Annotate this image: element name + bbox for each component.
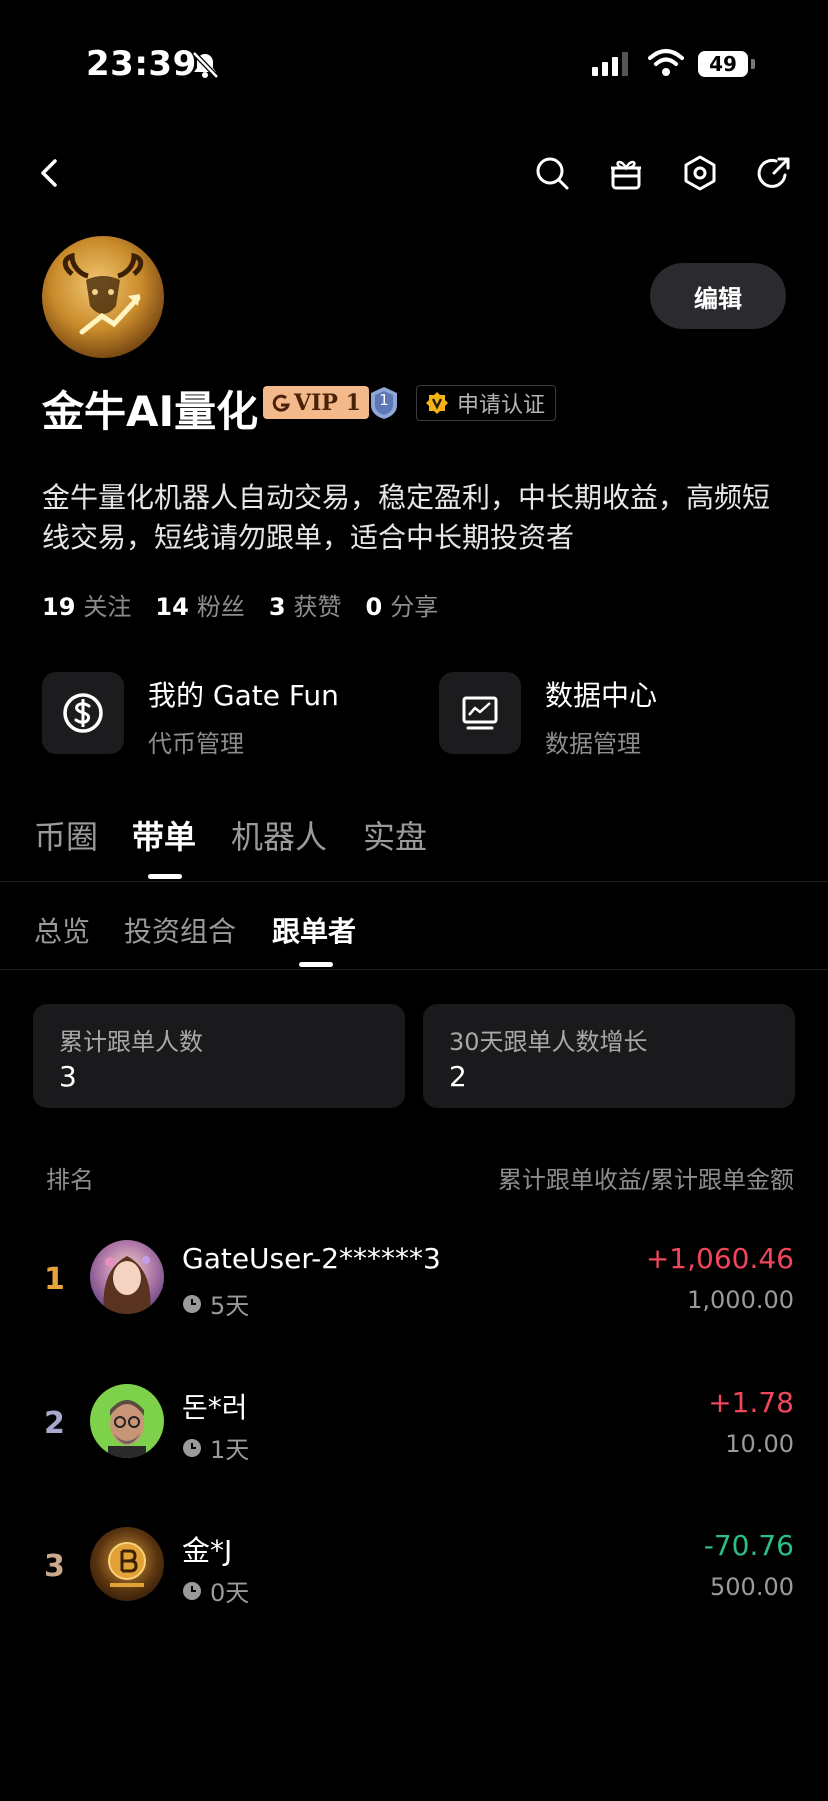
avatar xyxy=(90,1384,164,1458)
follower-growth-card: 30天跟单人数增长 2 xyxy=(423,1004,795,1108)
profit-column-header: 累计跟单收益/累计跟单金额 xyxy=(497,1166,794,1194)
follower-growth-value: 2 xyxy=(449,1060,467,1093)
gate-fun-sub: 代币管理 xyxy=(148,730,244,758)
edit-profile-button[interactable]: 编辑 xyxy=(650,263,786,329)
follower-profit: +1.78 xyxy=(708,1386,794,1419)
signal-icon xyxy=(592,52,628,76)
stat-shares: 0 分享 xyxy=(365,593,439,621)
follower-amount: 500.00 xyxy=(710,1573,794,1601)
follow-duration: 0天 xyxy=(182,1573,249,1608)
settings-icon[interactable] xyxy=(680,153,720,193)
profile-bio: 金牛量化机器人自动交易，稳定盈利，中长期收益，高频短线交易，短线请勿跟单，适合中… xyxy=(42,481,771,554)
follower-profit: -70.76 xyxy=(703,1529,794,1562)
vip-logo-icon xyxy=(272,394,290,412)
clock-icon xyxy=(183,1294,201,1313)
follow-duration: 1天 xyxy=(182,1430,249,1465)
gift-icon[interactable] xyxy=(606,153,646,193)
profile-name: 金牛AI量化 xyxy=(42,387,259,436)
follower-amount: 10.00 xyxy=(725,1430,794,1458)
battery-tip xyxy=(751,59,755,69)
battery-indicator: 49 xyxy=(698,51,748,77)
follower-row[interactable]: 3 金*J 0天 -70.76 500.00 xyxy=(0,1515,828,1625)
follower-name: GateUser-2******3 xyxy=(182,1242,441,1275)
stat-followers[interactable]: 14 粉丝 xyxy=(155,587,244,622)
clock-icon xyxy=(183,1581,201,1600)
tab-bots[interactable]: 机器人 xyxy=(231,812,327,858)
dollar-circle-icon xyxy=(42,672,124,754)
total-followers-card: 累计跟单人数 3 xyxy=(33,1004,405,1108)
subtab-overview[interactable]: 总览 xyxy=(34,910,90,950)
avatar xyxy=(90,1527,164,1601)
follower-amount: 1,000.00 xyxy=(687,1286,794,1314)
back-icon[interactable] xyxy=(30,153,70,193)
share-icon[interactable] xyxy=(754,153,794,193)
subtabs-divider xyxy=(0,969,828,970)
verify-label: 申请认证 xyxy=(457,393,546,418)
level-shield-icon: 1 xyxy=(368,385,400,421)
stat-likes: 3 获赞 xyxy=(268,593,342,621)
rank-number: 1 xyxy=(44,1262,65,1297)
vip-label: VIP 1 xyxy=(294,389,361,416)
chart-monitor-icon xyxy=(439,672,521,754)
wifi-icon xyxy=(648,49,684,76)
data-center-sub: 数据管理 xyxy=(545,730,641,758)
tab-live[interactable]: 实盘 xyxy=(363,812,427,858)
follower-name: 돈*러 xyxy=(182,1391,248,1424)
tab-active-indicator xyxy=(148,874,182,879)
tab-copy-trading[interactable]: 带单 xyxy=(132,812,196,858)
follower-growth-label: 30天跟单人数增长 xyxy=(449,1028,648,1056)
status-time: 23:39 xyxy=(86,44,197,84)
follower-row[interactable]: 2 돈*러 1天 +1.78 10.00 xyxy=(0,1372,828,1482)
bell-off-icon xyxy=(192,51,219,79)
rank-number: 3 xyxy=(44,1549,65,1584)
tabs-divider xyxy=(0,881,828,882)
gate-fun-card[interactable]: 我的 Gate Fun 代币管理 xyxy=(42,672,382,758)
gate-fun-title: 我的 Gate Fun xyxy=(148,679,339,712)
subtab-active-indicator xyxy=(299,962,333,967)
follow-duration: 5天 xyxy=(182,1286,249,1321)
vip-badge: VIP 1 xyxy=(263,386,369,419)
verified-badge-icon xyxy=(426,392,448,414)
profile-stats: 19 关注 14 粉丝 3 获赞 0 分享 xyxy=(42,587,438,622)
rank-column-header: 排名 xyxy=(46,1166,94,1194)
level-number: 1 xyxy=(379,391,389,409)
avatar xyxy=(90,1240,164,1314)
search-icon[interactable] xyxy=(532,153,572,193)
clock-icon xyxy=(183,1438,201,1457)
stat-following[interactable]: 19 关注 xyxy=(42,587,131,622)
profile-avatar[interactable] xyxy=(42,236,164,358)
data-center-card[interactable]: 数据中心 数据管理 xyxy=(439,672,779,758)
subtab-portfolio[interactable]: 投资组合 xyxy=(124,910,236,950)
follower-row[interactable]: 1 GateUser-2******3 5天 +1,060.46 1,000.0… xyxy=(0,1228,828,1338)
follower-name: 金*J xyxy=(182,1534,233,1567)
follower-profit: +1,060.46 xyxy=(645,1242,794,1275)
apply-verification-button[interactable]: 申请认证 xyxy=(416,385,557,421)
total-followers-value: 3 xyxy=(59,1060,77,1093)
rank-number: 2 xyxy=(44,1406,65,1441)
subtab-followers[interactable]: 跟单者 xyxy=(272,910,356,950)
total-followers-label: 累计跟单人数 xyxy=(59,1028,203,1056)
data-center-title: 数据中心 xyxy=(545,679,658,712)
tab-crypto-circle[interactable]: 币圈 xyxy=(34,812,98,858)
